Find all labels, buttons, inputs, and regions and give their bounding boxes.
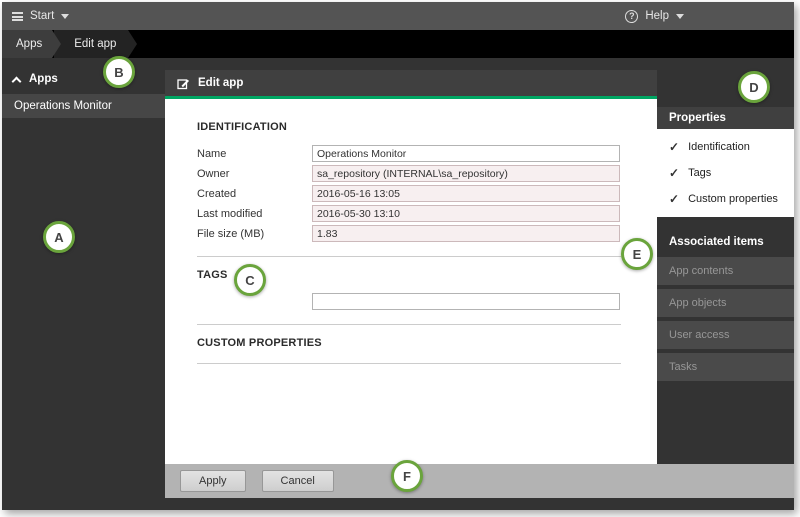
callout-d: D — [738, 71, 770, 103]
edit-app-panel: Edit app IDENTIFICATION Name Owner — [165, 58, 657, 464]
properties-list: ✓ Identification ✓ Tags ✓ Custom propert… — [657, 129, 794, 217]
associated-item-tasks[interactable]: Tasks — [657, 353, 794, 381]
help-icon: ? — [625, 10, 638, 23]
start-menu-label: Start — [30, 10, 54, 22]
field-row-name: Name — [197, 145, 621, 162]
breadcrumb-edit-app[interactable]: Edit app — [54, 30, 128, 58]
action-bar: Apply Cancel — [165, 464, 794, 498]
callout-f: F — [391, 460, 423, 492]
properties-panel: Properties ✓ Identification ✓ Tags ✓ Cus — [657, 58, 794, 464]
properties-item-tags[interactable]: ✓ Tags — [657, 160, 794, 186]
created-field — [312, 185, 620, 202]
start-menu-button[interactable]: Start — [12, 10, 69, 22]
chevron-up-icon — [12, 76, 22, 86]
callout-e: E — [621, 238, 653, 270]
help-menu-button[interactable]: ? Help — [625, 10, 684, 23]
check-icon: ✓ — [669, 141, 679, 153]
bottom-strip — [165, 498, 794, 510]
created-label: Created — [197, 188, 312, 200]
apply-button[interactable]: Apply — [180, 470, 246, 492]
properties-item-label: Custom properties — [688, 193, 778, 205]
check-icon: ✓ — [669, 193, 679, 205]
name-field[interactable] — [312, 145, 620, 162]
tags-field[interactable] — [312, 293, 620, 310]
owner-label: Owner — [197, 168, 312, 180]
content-area: Apps Operations Monitor Edit app — [2, 58, 794, 510]
properties-item-custom-properties[interactable]: ✓ Custom properties — [657, 186, 794, 212]
field-row-created: Created — [197, 185, 621, 202]
last-modified-label: Last modified — [197, 208, 312, 220]
sidebar-apps-label: Apps — [29, 73, 58, 85]
breadcrumb-apps[interactable]: Apps — [2, 30, 52, 58]
callout-a: A — [43, 221, 75, 253]
properties-item-label: Identification — [688, 141, 750, 153]
top-bar: Start ? Help — [2, 2, 794, 30]
section-divider — [197, 256, 621, 257]
name-label: Name — [197, 148, 312, 160]
section-divider — [197, 363, 621, 364]
apps-sidebar: Apps Operations Monitor — [2, 58, 165, 510]
associated-item-app-contents[interactable]: App contents — [657, 257, 794, 285]
properties-item-label: Tags — [688, 167, 711, 179]
associated-items-header: Associated items — [657, 231, 794, 253]
associated-item-app-objects[interactable]: App objects — [657, 289, 794, 317]
check-icon: ✓ — [669, 167, 679, 179]
file-size-label: File size (MB) — [197, 228, 312, 240]
help-menu-label: Help — [645, 10, 669, 22]
callout-c: C — [234, 264, 266, 296]
field-row-file-size: File size (MB) — [197, 225, 621, 242]
field-row-owner: Owner — [197, 165, 621, 182]
edit-app-header: Edit app — [165, 70, 657, 96]
properties-header: Properties — [657, 107, 794, 129]
panels-row: Edit app IDENTIFICATION Name Owner — [165, 58, 794, 464]
field-row-last-modified: Last modified — [197, 205, 621, 222]
chevron-down-icon — [676, 14, 684, 19]
cancel-button[interactable]: Cancel — [262, 470, 334, 492]
callout-b: B — [103, 56, 135, 88]
section-title-custom-properties: CUSTOM PROPERTIES — [197, 337, 621, 349]
properties-item-identification[interactable]: ✓ Identification — [657, 134, 794, 160]
edit-app-title: Edit app — [198, 77, 243, 89]
edit-app-icon — [177, 77, 190, 90]
last-modified-field — [312, 205, 620, 222]
section-divider — [197, 324, 621, 325]
owner-field — [312, 165, 620, 182]
sidebar-item-operations-monitor[interactable]: Operations Monitor — [2, 94, 165, 118]
section-title-identification: IDENTIFICATION — [197, 121, 621, 133]
sidebar-apps-header[interactable]: Apps — [2, 66, 165, 92]
breadcrumb: Apps Edit app — [2, 30, 794, 58]
file-size-field — [312, 225, 620, 242]
field-row-tags — [312, 293, 621, 310]
associated-item-user-access[interactable]: User access — [657, 321, 794, 349]
chevron-down-icon — [61, 14, 69, 19]
start-menu-icon — [12, 12, 23, 21]
